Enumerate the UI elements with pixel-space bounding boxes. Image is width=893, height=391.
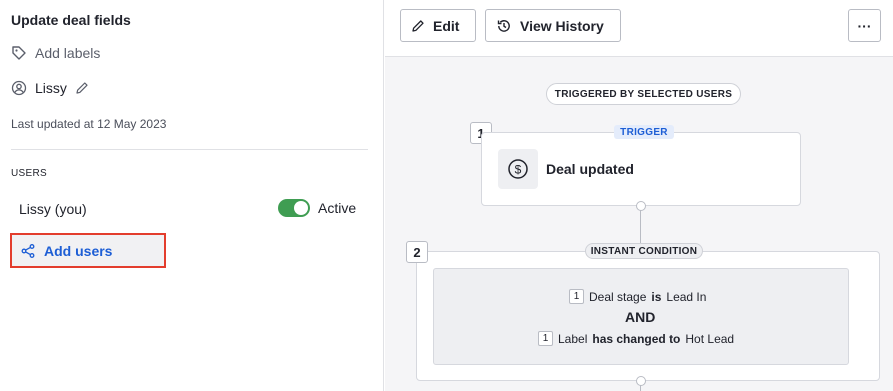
dollar-circle-icon: $ — [498, 149, 538, 189]
view-history-label: View History — [520, 17, 604, 34]
instant-condition-tag: INSTANT CONDITION — [585, 243, 703, 259]
svg-text:$: $ — [515, 163, 522, 177]
more-options-button[interactable]: ··· — [848, 9, 881, 42]
last-updated-text: Last updated at 12 May 2023 — [11, 117, 167, 131]
condition-field: Deal stage — [589, 289, 647, 304]
step-number: 2 — [406, 241, 428, 263]
user-circle-icon — [11, 80, 27, 96]
condition-value: Hot Lead — [685, 331, 735, 346]
more-icon: ··· — [857, 17, 872, 34]
active-toggle[interactable] — [278, 199, 310, 217]
pencil-icon[interactable] — [75, 81, 89, 95]
condition-value: Lead In — [666, 289, 707, 304]
condition-operator: has changed to — [592, 331, 681, 346]
condition-index: 1 — [569, 289, 584, 304]
condition-joiner: AND — [625, 309, 656, 325]
status-label: Active — [318, 200, 357, 216]
edit-button[interactable]: Edit — [400, 9, 476, 42]
history-icon — [496, 18, 512, 34]
user-name: Lissy (you) — [19, 201, 87, 217]
connector-dot — [636, 201, 646, 211]
users-section-label: USERS — [11, 168, 47, 179]
view-history-button[interactable]: View History — [485, 9, 621, 42]
tag-icon — [11, 45, 27, 61]
add-labels-button[interactable]: Add labels — [11, 45, 100, 61]
add-users-label: Add users — [44, 242, 113, 259]
add-users-button[interactable]: Add users — [10, 233, 166, 268]
toolbar: Edit View History ··· — [385, 0, 893, 57]
condition-operator: is — [651, 289, 662, 304]
pencil-icon — [411, 19, 425, 33]
condition-row: 1 Deal stage is Lead In — [569, 289, 706, 304]
left-panel: Update deal fields Add labels Lissy Last… — [0, 0, 384, 391]
share-icon — [20, 243, 36, 259]
owner-row: Lissy — [11, 80, 89, 96]
automation-title: Update deal fields — [11, 12, 131, 28]
condition-field: Label — [558, 331, 588, 346]
edit-label: Edit — [433, 17, 460, 34]
user-status: Active — [278, 199, 356, 217]
workflow-canvas: Edit View History ··· TRIGGERED BY SELEC… — [385, 0, 893, 391]
connector-dot — [636, 376, 646, 386]
condition-row: 1 Label has changed to Hot Lead — [538, 331, 734, 346]
add-labels-text: Add labels — [35, 45, 101, 61]
trigger-tag: TRIGGER — [614, 125, 674, 139]
condition-index: 1 — [538, 331, 553, 346]
trigger-title: Deal updated — [546, 161, 634, 177]
triggered-by-badge: TRIGGERED BY SELECTED USERS — [546, 83, 741, 105]
connector-line — [640, 206, 641, 246]
owner-name: Lissy — [35, 80, 67, 96]
divider — [11, 149, 368, 150]
